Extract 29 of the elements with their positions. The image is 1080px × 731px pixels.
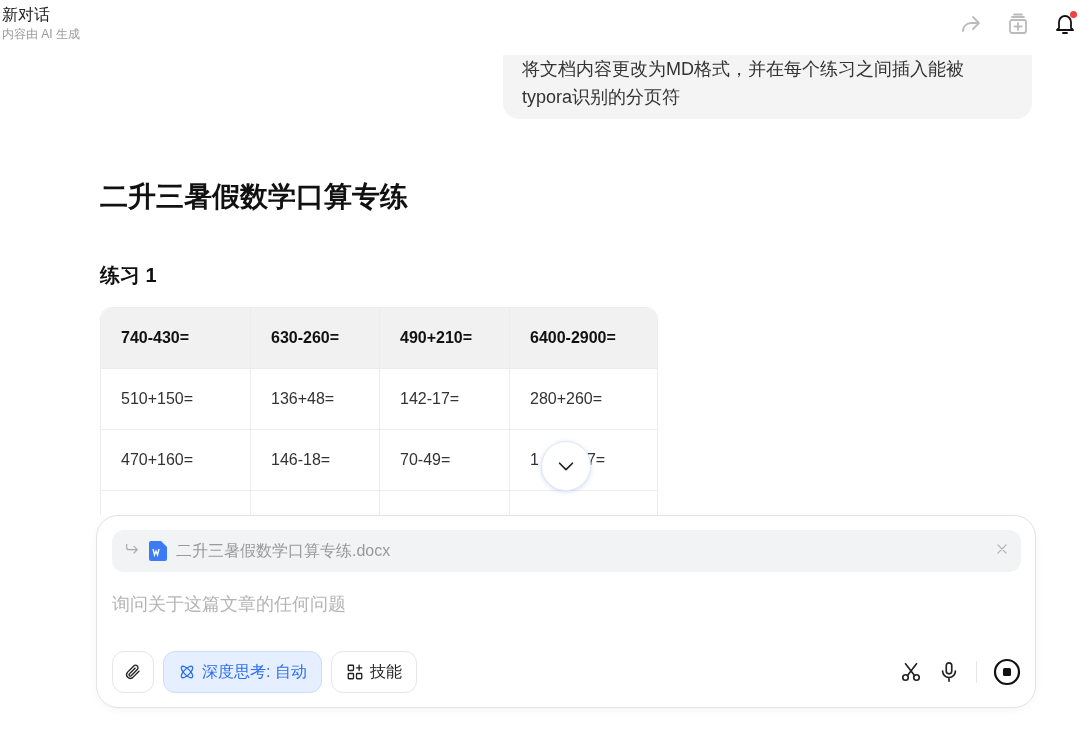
ai-disclaimer: 内容由 AI 生成 <box>2 26 80 43</box>
skills-button[interactable]: 技能 <box>330 651 417 693</box>
chat-title: 新对话 <box>2 5 51 25</box>
apps-grid-icon <box>345 663 364 681</box>
section-heading: 练习 1 <box>100 263 158 288</box>
document-title: 二升三暑假数学口算专练 <box>100 180 409 214</box>
stop-icon[interactable] <box>993 658 1021 686</box>
table-cell: 510+150= <box>101 369 251 430</box>
column-header: 490+210= <box>380 308 510 369</box>
cell-text: 1 <box>530 451 539 468</box>
table-cell: 280+260= <box>510 369 657 430</box>
column-header: 740-430= <box>101 308 251 369</box>
attached-file-name: 二升三暑假数学口算专练.docx <box>176 540 392 561</box>
column-header: 6400-2900= <box>510 308 657 369</box>
paperclip-icon <box>124 663 142 681</box>
scissors-icon[interactable] <box>900 661 922 683</box>
table-cell: 70-49= <box>380 430 510 491</box>
deep-think-button[interactable]: 深度思考: 自动 <box>163 651 322 693</box>
column-header: 630-260= <box>251 308 380 369</box>
table-cell: 142-17= <box>380 369 510 430</box>
user-message: 将文档内容更改为MD格式，并在每个练习之间插入能被typora识别的分页符 <box>503 55 1032 119</box>
table-cell: 146-18= <box>251 430 380 491</box>
table-cell: 136+48= <box>251 369 380 430</box>
attach-button[interactable] <box>112 651 154 693</box>
cell-text: 7= <box>586 451 606 468</box>
question-input-field[interactable]: 询问关于这篇文章的任何问题 <box>112 590 1021 618</box>
atom-icon <box>178 663 196 681</box>
table-cell: 470+160= <box>101 430 251 491</box>
word-file-icon <box>149 541 167 561</box>
